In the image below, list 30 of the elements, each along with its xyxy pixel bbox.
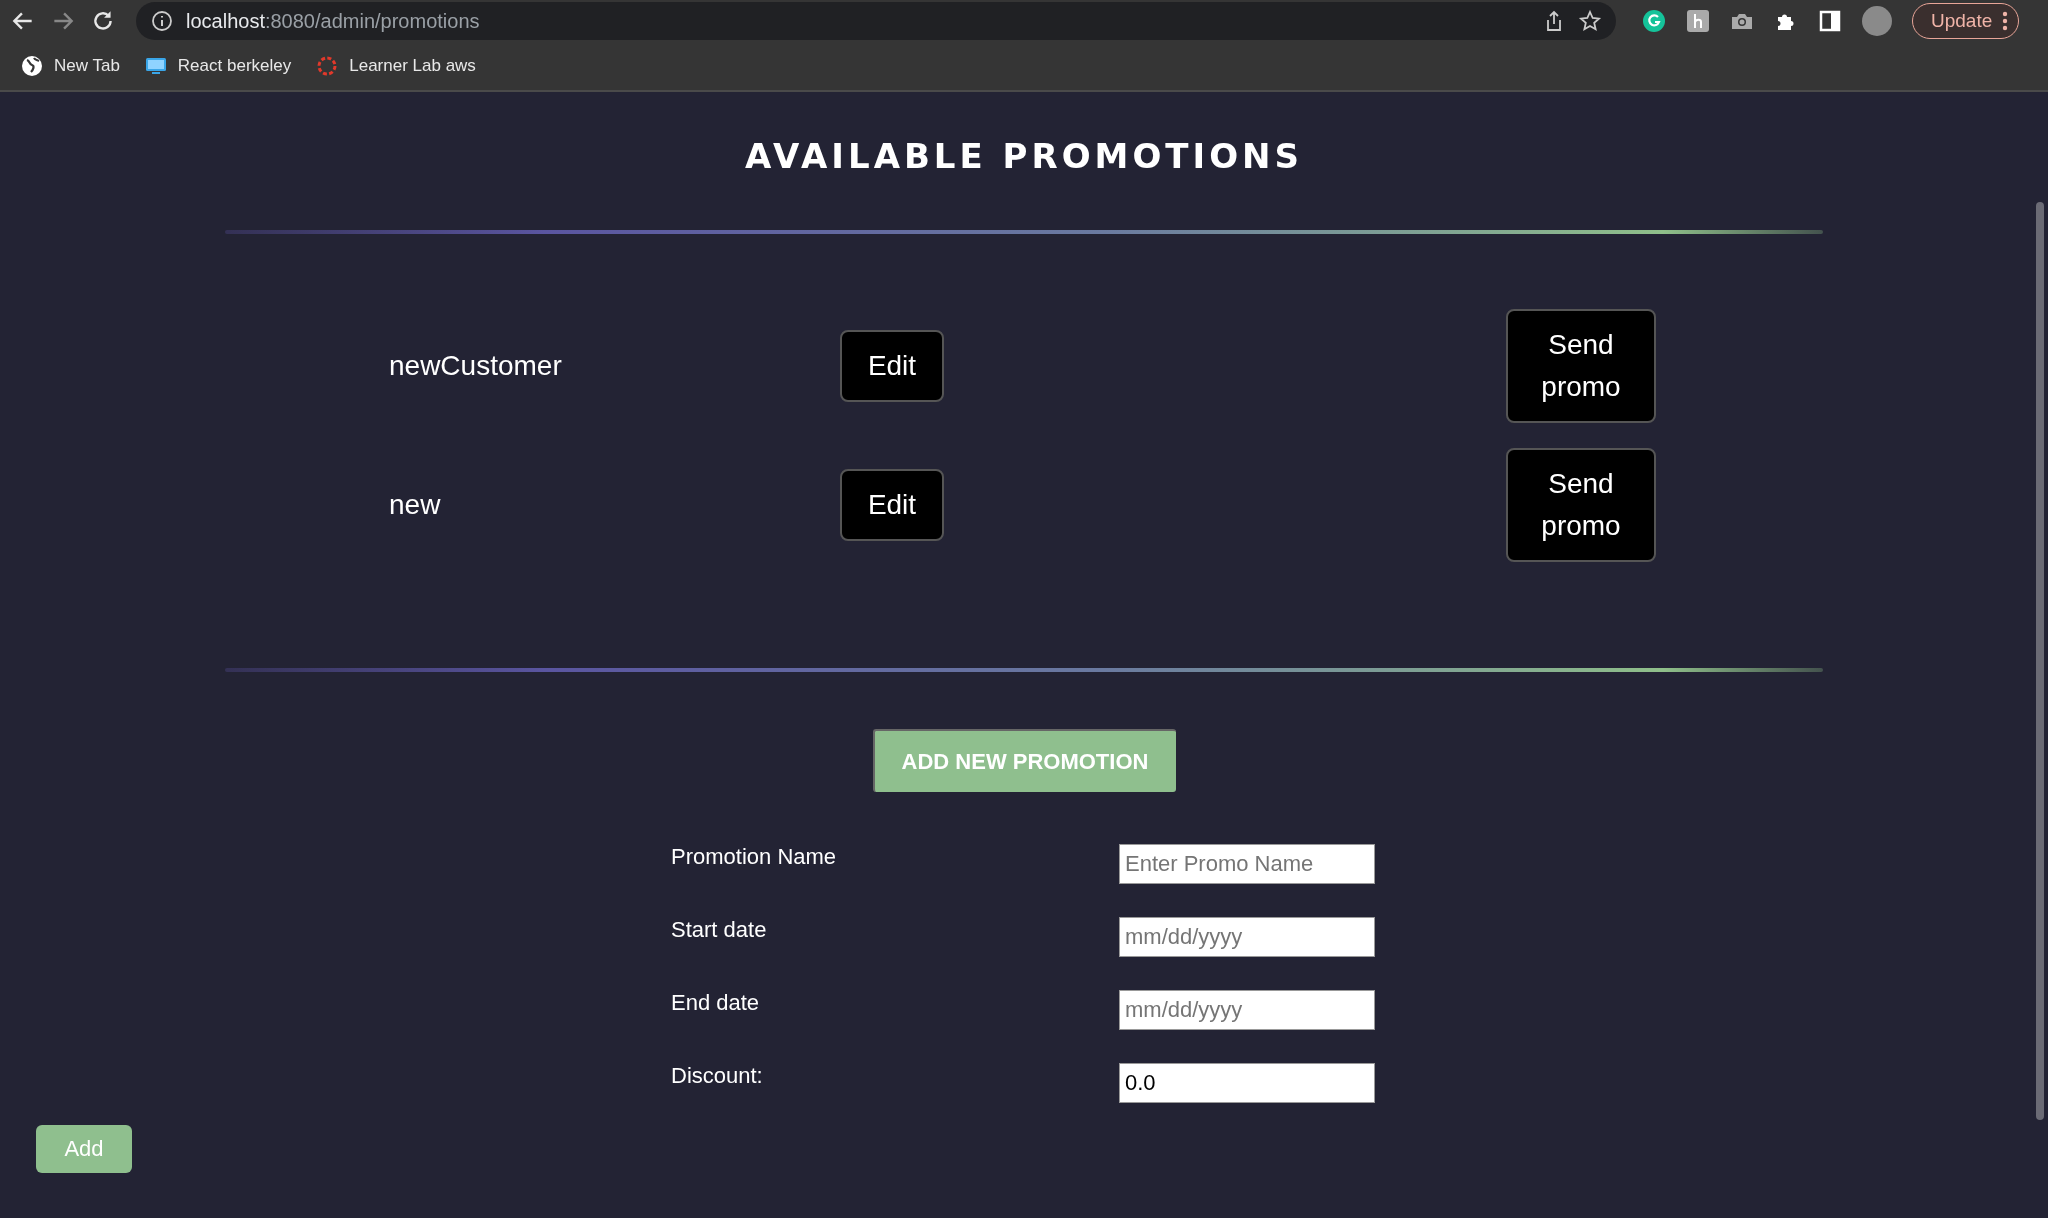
- info-icon: [150, 9, 174, 34]
- url-text: localhost:8080/admin/promotions: [186, 9, 481, 33]
- input-field[interactable]: 0.0: [1119, 1063, 1375, 1103]
- send-promo-button[interactable]: Send promo: [1506, 448, 1656, 562]
- input-field[interactable]: mm/dd/yyyy: [1119, 917, 1375, 957]
- kebab-menu-icon[interactable]: [2002, 11, 2009, 32]
- edit-button[interactable]: Edit: [840, 330, 944, 402]
- bookmark-link[interactable]: Learner Lab aws: [349, 56, 476, 77]
- g-extension-icon[interactable]: [1642, 9, 1666, 34]
- field-label: Promotion Name: [671, 844, 837, 870]
- promotion-name: newCustomer: [389, 350, 562, 382]
- promotion-name: new: [389, 489, 441, 521]
- scrollbar-thumb[interactable]: [2036, 202, 2044, 1120]
- address-bar[interactable]: localhost:8080/admin/promotions: [136, 2, 1616, 41]
- edit-button[interactable]: Edit: [840, 469, 944, 541]
- star-icon[interactable]: [1578, 9, 1602, 34]
- bookmark-link[interactable]: New Tab: [54, 56, 120, 77]
- sidebar-icon[interactable]: [1818, 9, 1842, 34]
- globe-icon: [20, 54, 44, 79]
- field-label: Discount:: [671, 1063, 763, 1089]
- input-field[interactable]: Enter Promo Name: [1119, 844, 1375, 884]
- update-button[interactable]: Update: [1912, 3, 2020, 40]
- bookmark-link[interactable]: React berkeley: [177, 56, 292, 77]
- input-field[interactable]: mm/dd/yyyy: [1119, 990, 1375, 1030]
- field-label: End date: [671, 990, 760, 1016]
- page-title: AVAILABLE PROMOTIONS: [745, 136, 1303, 176]
- field-label: Start date: [671, 917, 767, 943]
- send-promo-button[interactable]: Send promo: [1506, 309, 1656, 423]
- profile-avatar[interactable]: [1862, 6, 1892, 37]
- h-extension-icon[interactable]: [1686, 9, 1710, 34]
